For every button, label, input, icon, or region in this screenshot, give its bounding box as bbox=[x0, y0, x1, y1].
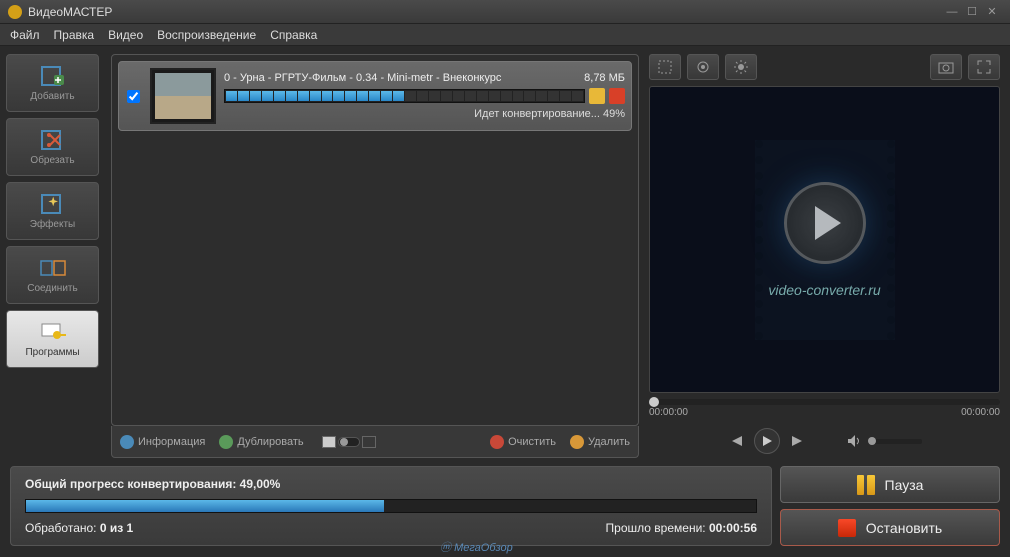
film-join-icon bbox=[39, 256, 67, 280]
overall-progress-bar bbox=[25, 499, 757, 513]
time-total: 00:00:00 bbox=[961, 407, 1000, 418]
pause-button[interactable]: Пауза bbox=[780, 466, 1000, 503]
file-list: 0 - Урна - РГРТУ-Фильм - 0.34 - Mini-met… bbox=[111, 54, 639, 426]
film-cut-icon bbox=[39, 128, 67, 152]
sidebar-programs[interactable]: Программы bbox=[6, 310, 99, 368]
sidebar-cut[interactable]: Обрезать bbox=[6, 118, 99, 176]
progress-panel: Общий прогресс конвертирования: 49,00% О… bbox=[10, 466, 772, 546]
clear-icon bbox=[490, 435, 504, 449]
preview-area[interactable]: video-converter.ru bbox=[649, 86, 1000, 393]
clear-button[interactable]: Очистить bbox=[490, 435, 556, 449]
item-thumbnail bbox=[150, 68, 216, 124]
item-checkbox[interactable] bbox=[127, 90, 140, 103]
file-item[interactable]: 0 - Урна - РГРТУ-Фильм - 0.34 - Mini-met… bbox=[118, 61, 632, 131]
crop-tool[interactable] bbox=[649, 54, 681, 80]
item-progress-bar bbox=[224, 89, 585, 103]
item-stop-button[interactable] bbox=[609, 88, 625, 104]
item-title: 0 - Урна - РГРТУ-Фильм - 0.34 - Mini-met… bbox=[224, 72, 501, 84]
menu-playback[interactable]: Воспроизведение bbox=[157, 28, 256, 42]
app-icon bbox=[8, 5, 22, 19]
overall-progress-label: Общий прогресс конвертирования: 49,00% bbox=[25, 477, 757, 491]
delete-icon bbox=[570, 435, 584, 449]
preview-url: video-converter.ru bbox=[768, 282, 880, 298]
time-current: 00:00:00 bbox=[649, 407, 688, 418]
film-strip-bg bbox=[755, 140, 895, 340]
sidebar: Добавить Обрезать Эффекты Соединить Прог… bbox=[0, 46, 105, 466]
fullscreen-tool[interactable] bbox=[968, 54, 1000, 80]
view-toggle[interactable] bbox=[322, 436, 376, 448]
brightness-tool[interactable] bbox=[725, 54, 757, 80]
titlebar: ВидеоМАСТЕР — ☐ ✕ bbox=[0, 0, 1010, 24]
sidebar-join-label: Соединить bbox=[27, 283, 77, 294]
seek-bar[interactable] bbox=[649, 399, 1000, 405]
item-status: Идет конвертирование... 49% bbox=[224, 108, 625, 120]
key-icon bbox=[39, 320, 67, 344]
item-size: 8,78 МБ bbox=[584, 72, 625, 84]
film-effects-icon bbox=[39, 192, 67, 216]
minimize-button[interactable]: — bbox=[942, 6, 962, 18]
sidebar-add[interactable]: Добавить bbox=[6, 54, 99, 112]
volume-icon[interactable] bbox=[846, 434, 862, 448]
preview-toolbar bbox=[649, 54, 1000, 80]
duplicate-icon bbox=[219, 435, 233, 449]
maximize-button[interactable]: ☐ bbox=[962, 5, 982, 18]
menu-video[interactable]: Видео bbox=[108, 28, 143, 42]
info-button[interactable]: Информация bbox=[120, 435, 205, 449]
menu-file[interactable]: Файл bbox=[10, 28, 40, 42]
sidebar-effects[interactable]: Эффекты bbox=[6, 182, 99, 240]
app-title: ВидеоМАСТЕР bbox=[28, 5, 942, 19]
stop-icon bbox=[838, 519, 856, 537]
item-pause-button[interactable] bbox=[589, 88, 605, 104]
menu-edit[interactable]: Правка bbox=[54, 28, 95, 42]
player-controls bbox=[649, 424, 1000, 458]
settings-tool[interactable] bbox=[687, 54, 719, 80]
menubar: Файл Правка Видео Воспроизведение Справк… bbox=[0, 24, 1010, 46]
elapsed-text: Прошло времени: 00:00:56 bbox=[606, 521, 757, 535]
watermark: ⓜ МегаОбзор bbox=[440, 539, 513, 555]
play-button[interactable] bbox=[754, 428, 780, 454]
sidebar-join[interactable]: Соединить bbox=[6, 246, 99, 304]
snapshot-tool[interactable] bbox=[930, 54, 962, 80]
delete-button[interactable]: Удалить bbox=[570, 435, 630, 449]
volume-slider[interactable] bbox=[868, 439, 922, 444]
film-add-icon bbox=[39, 64, 67, 88]
info-icon bbox=[120, 435, 134, 449]
stop-button[interactable]: Остановить bbox=[780, 509, 1000, 546]
list-toolbar: Информация Дублировать Очистить Удалить bbox=[111, 426, 639, 458]
menu-help[interactable]: Справка bbox=[270, 28, 317, 42]
processed-text: Обработано: 0 из 1 bbox=[25, 521, 133, 535]
pause-icon bbox=[857, 475, 875, 495]
sidebar-programs-label: Программы bbox=[25, 347, 79, 358]
next-button[interactable] bbox=[790, 434, 806, 448]
close-button[interactable]: ✕ bbox=[982, 5, 1002, 18]
sidebar-effects-label: Эффекты bbox=[30, 219, 75, 230]
prev-button[interactable] bbox=[728, 434, 744, 448]
sidebar-add-label: Добавить bbox=[30, 91, 74, 102]
sidebar-cut-label: Обрезать bbox=[30, 155, 74, 166]
duplicate-button[interactable]: Дублировать bbox=[219, 435, 303, 449]
